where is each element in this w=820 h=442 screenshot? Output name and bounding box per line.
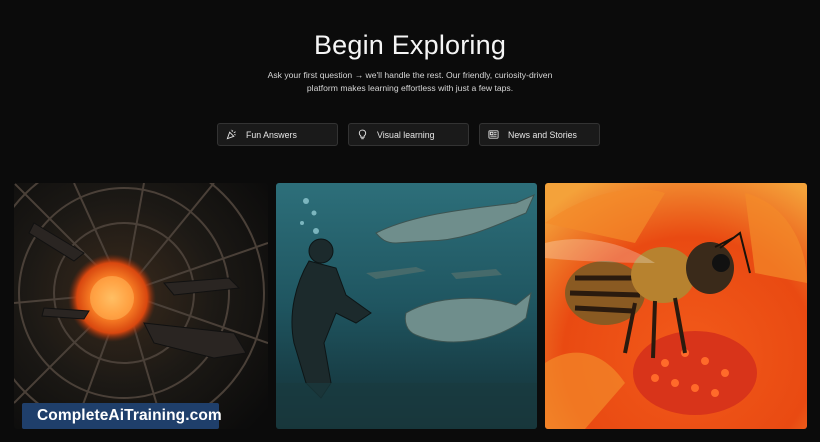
chip-news-and-stories[interactable]: News and Stories bbox=[479, 123, 600, 146]
lightbulb-icon bbox=[357, 129, 368, 140]
space-station-sun-image bbox=[14, 183, 268, 429]
page-title: Begin Exploring bbox=[313, 30, 507, 60]
watermark-text: CompleteAiTraining.com bbox=[37, 407, 222, 424]
card-space-station[interactable] bbox=[14, 183, 268, 429]
chip-fun-answers[interactable]: Fun Answers bbox=[217, 123, 338, 146]
bee-on-flower-image bbox=[545, 183, 807, 429]
chip-visual-learning[interactable]: Visual learning bbox=[348, 123, 469, 146]
card-bee[interactable] bbox=[545, 183, 807, 429]
chip-label: Fun Answers bbox=[246, 129, 297, 140]
hero-subtitle-line-2: platform makes learning effortless with … bbox=[306, 82, 514, 93]
watermark-badge: CompleteAiTraining.com bbox=[22, 403, 222, 429]
diver-and-sea-reptiles-image bbox=[276, 183, 537, 429]
chip-label: News and Stories bbox=[508, 129, 577, 140]
hero-subtitle: Ask your first question → we'll handle t… bbox=[250, 69, 570, 94]
newspaper-icon bbox=[488, 129, 499, 140]
party-popper-icon bbox=[226, 129, 237, 140]
hero-subtitle-line-1: Ask your first question → we'll handle t… bbox=[267, 70, 553, 80]
chip-label: Visual learning bbox=[377, 129, 435, 140]
card-underwater[interactable] bbox=[276, 183, 537, 429]
